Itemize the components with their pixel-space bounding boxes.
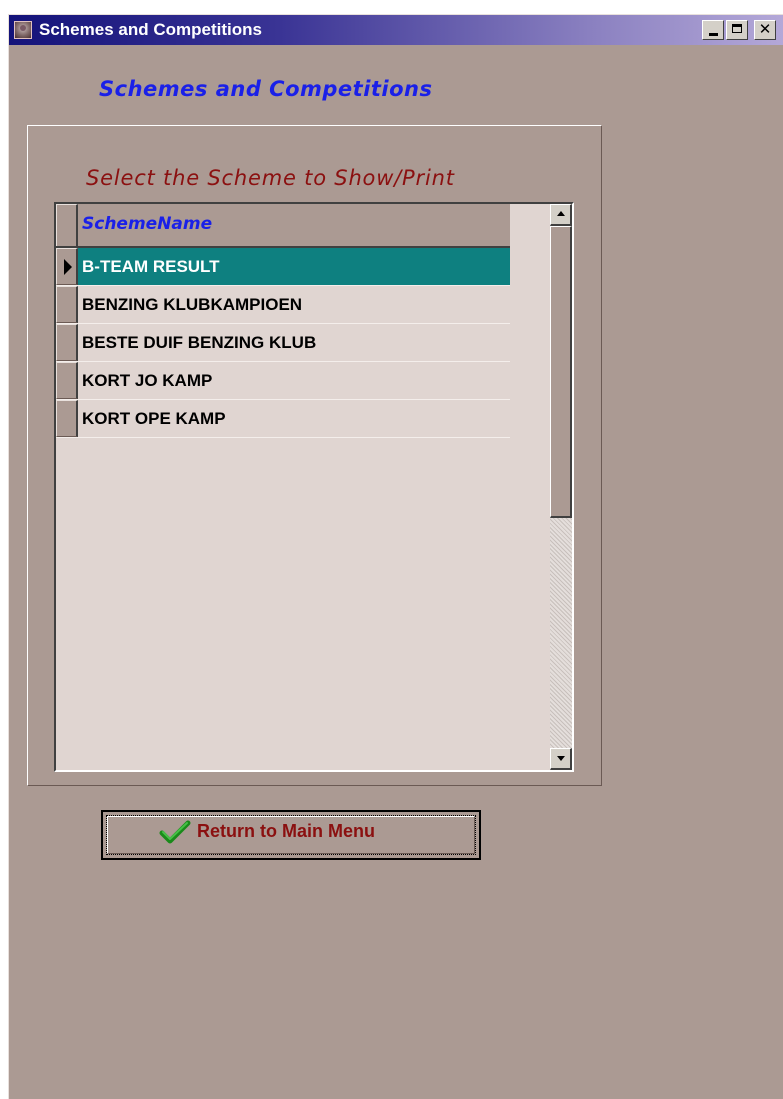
scheme-name-cell[interactable]: KORT OPE KAMP <box>82 409 226 429</box>
page-heading: Schemes and Competitions <box>99 77 433 101</box>
title-bar[interactable]: Schemes and Competitions ✕ <box>9 15 783 45</box>
row-indicator[interactable] <box>56 400 78 437</box>
close-button[interactable]: ✕ <box>754 20 776 40</box>
table-row[interactable]: KORT OPE KAMP <box>56 400 510 438</box>
scheme-grid[interactable]: SchemeName B-TEAM RESULT BENZING KLUBKAM… <box>54 202 574 772</box>
minimize-icon <box>709 33 718 36</box>
current-row-arrow-icon <box>64 259 72 275</box>
scheme-name-cell[interactable]: BESTE DUIF BENZING KLUB <box>82 333 316 353</box>
scroll-down-button[interactable] <box>550 748 572 770</box>
row-indicator[interactable] <box>56 362 78 399</box>
scheme-name-cell[interactable]: BENZING KLUBKAMPIOEN <box>82 295 302 315</box>
column-header-schemename[interactable]: SchemeName <box>82 214 212 234</box>
table-row[interactable]: B-TEAM RESULT <box>56 248 510 286</box>
panel-caption: Select the Scheme to Show/Print <box>86 166 455 190</box>
row-indicator[interactable] <box>56 324 78 361</box>
row-indicator-header <box>56 204 78 246</box>
table-row[interactable]: BESTE DUIF BENZING KLUB <box>56 324 510 362</box>
scheme-name-cell[interactable]: KORT JO KAMP <box>82 371 212 391</box>
return-to-main-menu-button[interactable]: Return to Main Menu <box>101 810 481 860</box>
grid-header: SchemeName <box>56 204 510 248</box>
app-icon[interactable] <box>14 21 32 39</box>
table-row[interactable]: BENZING KLUBKAMPIOEN <box>56 286 510 324</box>
scroll-up-button[interactable] <box>550 204 572 226</box>
table-row[interactable]: KORT JO KAMP <box>56 362 510 400</box>
app-window: Schemes and Competitions ✕ Schemes and C… <box>8 14 783 1099</box>
return-button-label: Return to Main Menu <box>197 821 375 841</box>
scheme-panel: Select the Scheme to Show/Print SchemeNa… <box>27 125 602 786</box>
vertical-scrollbar[interactable] <box>550 204 572 770</box>
maximize-icon <box>732 24 742 33</box>
row-indicator[interactable] <box>56 248 78 285</box>
scroll-thumb[interactable] <box>550 226 572 518</box>
row-indicator[interactable] <box>56 286 78 323</box>
checkmark-icon <box>159 820 191 844</box>
maximize-button[interactable] <box>726 20 748 40</box>
window-title: Schemes and Competitions <box>39 20 262 39</box>
arrow-down-icon <box>557 756 565 761</box>
close-icon: ✕ <box>758 20 772 38</box>
scheme-name-cell[interactable]: B-TEAM RESULT <box>82 257 220 277</box>
arrow-up-icon <box>557 211 565 216</box>
minimize-button[interactable] <box>702 20 724 40</box>
grid-rows: B-TEAM RESULT BENZING KLUBKAMPIOEN BESTE… <box>56 248 510 438</box>
